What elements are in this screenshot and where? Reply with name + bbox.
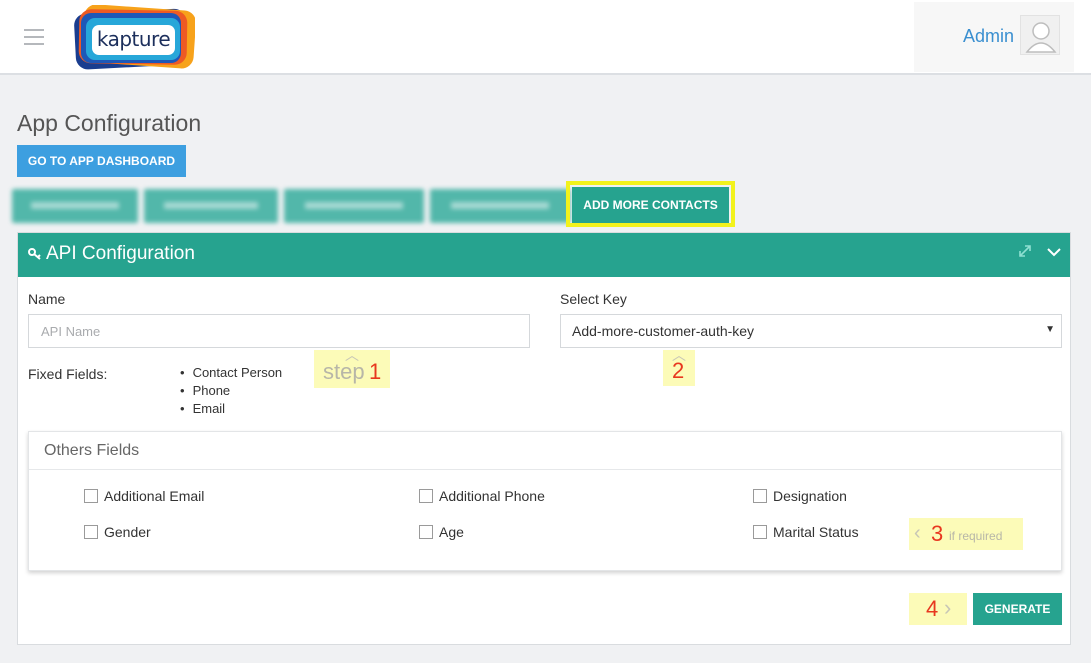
blurred-tab-1[interactable] <box>12 189 138 223</box>
step2-number: 2 <box>672 358 685 383</box>
checkbox-box[interactable] <box>753 525 767 539</box>
others-fields-header: Others Fields <box>29 432 1061 470</box>
chevron-left-icon: ‹ <box>914 522 921 544</box>
additional-email-checkbox[interactable]: Additional Email <box>84 488 204 504</box>
chevron-right-icon: › <box>944 595 952 620</box>
step1-annotation: ︿ step 1 <box>314 348 390 388</box>
user-name[interactable]: Admin <box>963 26 1014 47</box>
logo-text: kapture <box>92 25 175 55</box>
step4-annotation: 4 › <box>909 593 967 625</box>
step2-annotation: ︿ 2 <box>663 348 695 386</box>
select-key-value: Add-more-customer-auth-key <box>572 323 755 339</box>
menu-icon[interactable] <box>24 29 44 45</box>
panel-title: API Configuration <box>46 243 195 264</box>
api-configuration-panel: API Configuration Name Select Key Add-mo… <box>17 232 1071 645</box>
checkbox-label: Marital Status <box>773 524 859 540</box>
list-item: Phone <box>180 382 282 400</box>
checkbox-box[interactable] <box>84 489 98 503</box>
step3-annotation: ‹ 3 if required <box>909 518 1023 550</box>
api-name-input[interactable] <box>28 314 530 348</box>
checkbox-box[interactable] <box>84 525 98 539</box>
gender-checkbox[interactable]: Gender <box>84 524 151 540</box>
user-avatar-icon[interactable] <box>1020 15 1060 55</box>
additional-phone-checkbox[interactable]: Additional Phone <box>419 488 545 504</box>
checkbox-box[interactable] <box>753 489 767 503</box>
checkbox-label: Additional Phone <box>439 488 545 504</box>
step-word: step <box>323 359 365 384</box>
checkbox-box[interactable] <box>419 489 433 503</box>
key-icon <box>28 247 42 264</box>
fixed-fields-list: Contact Person Phone Email <box>180 364 283 418</box>
checkbox-box[interactable] <box>419 525 433 539</box>
list-item: Email <box>180 400 282 418</box>
name-label: Name <box>28 291 66 307</box>
go-to-app-dashboard-button[interactable]: GO TO APP DASHBOARD <box>17 145 186 177</box>
checkbox-label: Age <box>439 524 464 540</box>
others-fields-card: Others Fields Additional Email Additiona… <box>28 431 1062 571</box>
checkbox-label: Additional Email <box>104 488 205 504</box>
marital-status-checkbox[interactable]: Marital Status <box>753 524 859 540</box>
designation-checkbox[interactable]: Designation <box>753 488 847 504</box>
blurred-tab-2[interactable] <box>144 189 278 223</box>
page-title: App Configuration <box>17 110 202 136</box>
select-key-dropdown[interactable]: Add-more-customer-auth-key ▼ <box>560 314 1062 348</box>
top-bar: kapture Admin <box>0 0 1091 75</box>
select-key-label: Select Key <box>560 291 627 307</box>
step1-number: 1 <box>369 359 382 384</box>
step3-note: if required <box>949 529 1003 543</box>
add-more-contacts-button[interactable]: ADD MORE CONTACTS <box>572 187 729 223</box>
blurred-tab-4[interactable] <box>430 189 570 223</box>
kapture-logo[interactable]: kapture <box>73 4 196 70</box>
age-checkbox[interactable]: Age <box>419 524 464 540</box>
step3-number: 3 <box>931 521 944 546</box>
list-item: Contact Person <box>180 364 283 382</box>
checkbox-label: Gender <box>104 524 151 540</box>
checkbox-label: Designation <box>773 488 847 504</box>
step4-number: 4 <box>926 596 939 621</box>
user-menu[interactable]: Admin <box>914 2 1074 72</box>
panel-header: API Configuration <box>18 233 1070 277</box>
caret-down-icon: ▼ <box>1045 324 1055 335</box>
chevron-down-icon[interactable] <box>1044 242 1064 262</box>
fixed-fields-label: Fixed Fields: <box>28 366 108 382</box>
generate-button[interactable]: GENERATE <box>973 593 1062 625</box>
others-fields-title: Others Fields <box>44 442 140 459</box>
expand-icon[interactable] <box>1018 244 1032 261</box>
blurred-tab-3[interactable] <box>284 189 424 223</box>
